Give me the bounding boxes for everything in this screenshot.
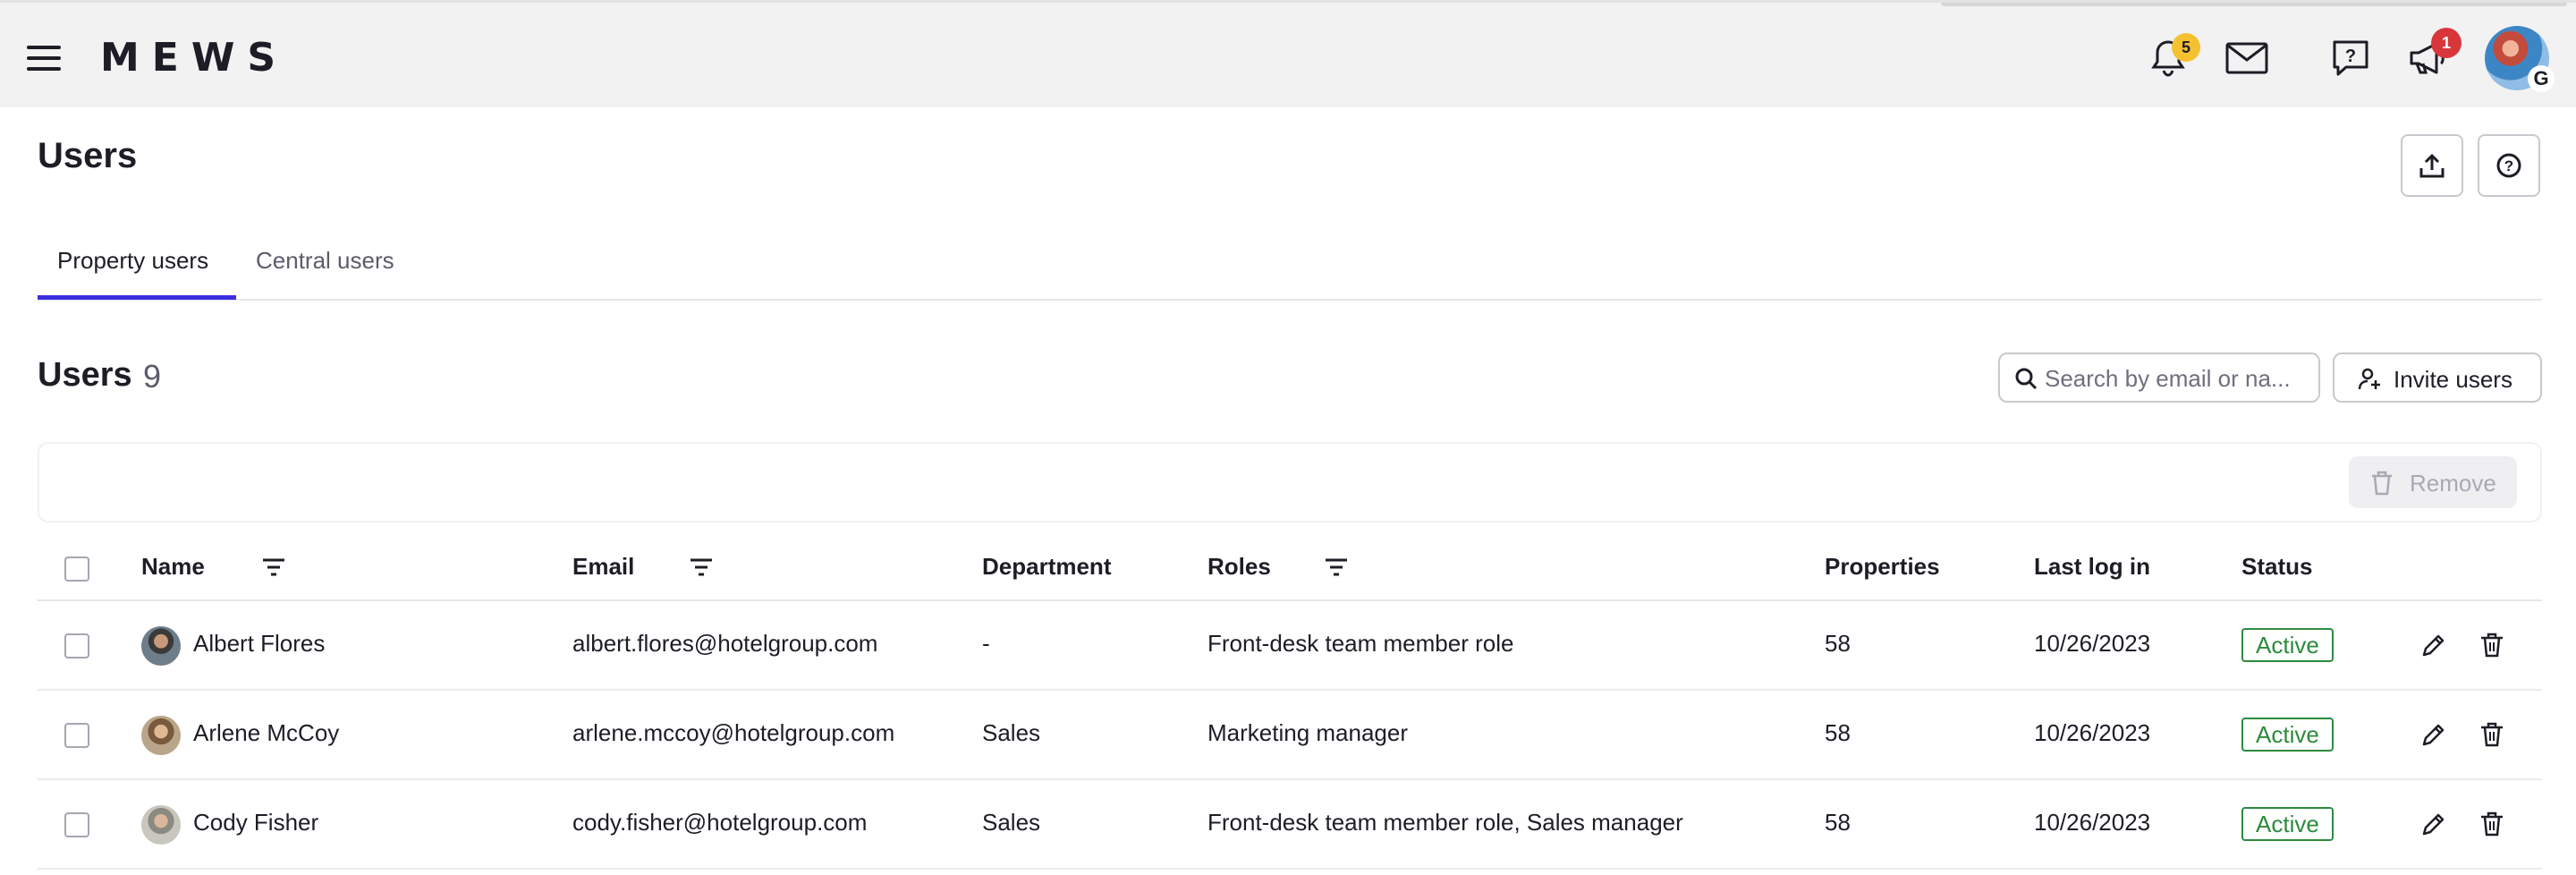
invite-users-button[interactable]: Invite users [2333,353,2542,403]
remove-button[interactable]: Remove [2349,456,2517,508]
mews-logo[interactable]: MEWS [100,35,288,81]
delete-icon[interactable] [2479,811,2504,837]
question-circle-icon: ? [2496,153,2521,178]
notifications-button[interactable]: 5 [2145,33,2200,81]
user-last-log-in: 10/26/2023 [2034,809,2151,836]
user-properties: 58 [1825,809,1851,836]
column-name[interactable]: Name [141,553,205,581]
top-bar: MEWS 5 ? 1 G [0,0,2576,107]
edit-icon[interactable] [2420,632,2447,658]
table-row[interactable]: Albert Flores albert.flores@hotelgroup.c… [38,601,2542,691]
active-tab-indicator [38,295,236,300]
user-name[interactable]: Arlene McCoy [193,719,339,747]
notifications-badge: 5 [2172,33,2200,62]
export-button[interactable] [2401,134,2463,197]
user-email: cody.fisher@hotelgroup.com [572,809,868,836]
tab-property-users[interactable]: Property users [57,247,208,275]
mail-icon [2225,42,2268,74]
svg-text:?: ? [2345,47,2356,66]
avatar [141,716,181,755]
user-roles: Marketing manager [1208,719,1408,746]
svg-text:?: ? [2504,157,2513,174]
section-title: Users [38,356,132,394]
avatar [141,626,181,666]
column-last-log-in[interactable]: Last log in [2034,553,2150,581]
edit-icon[interactable] [2420,721,2447,748]
add-user-icon [2358,368,2380,390]
user-last-log-in: 10/26/2023 [2034,719,2151,746]
avatar-initial: G [2528,65,2555,92]
status-badge: Active [2241,807,2334,841]
user-roles: Front-desk team member role [1208,630,1514,657]
search-input[interactable] [2045,363,2309,394]
table-row[interactable]: Cody Fisher cody.fisher@hotelgroup.com S… [38,780,2542,870]
user-last-log-in: 10/26/2023 [2034,630,2151,657]
row-checkbox[interactable] [64,812,89,837]
page-title: Users [38,136,138,175]
user-email: albert.flores@hotelgroup.com [572,630,878,657]
row-checkbox[interactable] [64,633,89,658]
user-properties: 58 [1825,719,1851,746]
user-count: 9 [143,358,162,395]
user-roles: Front-desk team member role, Sales manag… [1208,809,1683,836]
user-email: arlene.mccoy@hotelgroup.com [572,719,895,746]
user-name[interactable]: Albert Flores [193,630,325,658]
filter-icon[interactable] [1324,556,1349,578]
help-button[interactable]: ? [2327,35,2374,81]
user-department: - [982,630,990,657]
announcements-badge: 1 [2431,28,2462,58]
column-department[interactable]: Department [982,553,1111,581]
select-all-checkbox[interactable] [64,556,89,582]
status-badge: Active [2241,628,2334,662]
bulk-action-bar [38,442,2542,522]
help-chat-icon: ? [2333,40,2368,76]
edit-icon[interactable] [2420,811,2447,837]
user-department: Sales [982,719,1041,746]
dropdown-shadow [1941,3,2567,6]
status-badge: Active [2241,718,2334,752]
column-status[interactable]: Status [2241,553,2312,581]
column-properties[interactable]: Properties [1825,553,1940,581]
menu-icon[interactable] [27,46,61,71]
avatar [141,805,181,845]
table-row[interactable]: Arlene McCoy arlene.mccoy@hotelgroup.com… [38,691,2542,780]
filter-icon[interactable] [689,556,714,578]
page-help-button[interactable]: ? [2478,134,2540,197]
column-roles[interactable]: Roles [1208,553,1271,581]
user-department: Sales [982,809,1041,836]
user-tabs: Property users Central users [38,231,2542,301]
search-icon [2015,368,2038,390]
announcements-button[interactable]: 1 [2404,28,2462,81]
tab-central-users[interactable]: Central users [256,247,394,275]
messages-button[interactable] [2222,35,2272,81]
row-checkbox[interactable] [64,723,89,748]
delete-icon[interactable] [2479,632,2504,658]
delete-icon[interactable] [2479,721,2504,748]
user-name[interactable]: Cody Fisher [193,809,318,837]
invite-users-label: Invite users [2394,366,2512,393]
user-properties: 58 [1825,630,1851,657]
filter-icon[interactable] [261,556,286,578]
table-header: Name Email Department Roles Properties L… [38,537,2542,601]
column-email[interactable]: Email [572,553,634,581]
remove-label: Remove [2410,470,2496,497]
upload-icon [2419,153,2445,178]
search-field[interactable] [1998,353,2320,403]
trash-icon [2372,471,2392,496]
